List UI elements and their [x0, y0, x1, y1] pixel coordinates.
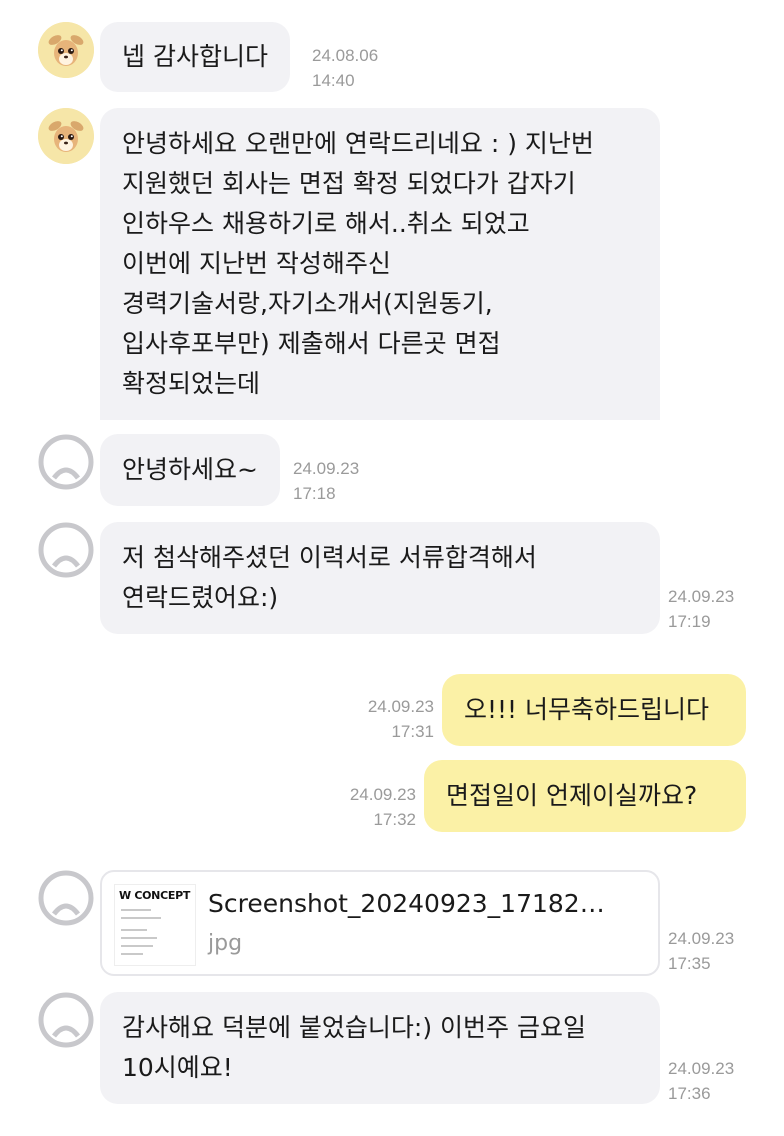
message-bubble[interactable]: 오!!! 너무축하드립니다 — [442, 674, 746, 746]
default-profile-icon[interactable] — [38, 992, 94, 1048]
message-text: 이번에 지난번 작성해주신 — [122, 249, 391, 278]
message-text: 경력기술서랑,자기소개서(지원동기, — [122, 289, 493, 318]
message-text: 안녕하세요 오랜만에 연락드리네요 : ) 지난번 — [122, 129, 594, 158]
message-text: 확정되었는데 — [122, 369, 261, 398]
message-text: 오!!! 너무축하드립니다 — [464, 695, 710, 724]
message-text: 안녕하세요~ — [122, 455, 258, 484]
deer-avatar-icon[interactable] — [38, 108, 94, 164]
message-timestamp: 24.09.23 17:36 — [668, 1059, 735, 1103]
message-bubble[interactable]: 넵 감사합니다 — [100, 22, 290, 92]
message-text: 감사해요 덕분에 붙었습니다:) 이번주 금요일 — [122, 1013, 586, 1042]
default-profile-icon[interactable] — [38, 434, 94, 490]
message-text: 10시예요! — [122, 1053, 233, 1082]
message-text: 면접일이 언제이실까요? — [446, 781, 698, 810]
thumbnail-text-line — [121, 937, 157, 939]
message-text: 연락드렸어요:) — [122, 583, 279, 612]
message-text: 입사후포부만) 제출해서 다른곳 면접 — [122, 329, 501, 358]
message-text: 인하우스 채용하기로 해서..취소 되었고 — [122, 209, 530, 238]
file-name: Screenshot_20240923_17182… — [208, 889, 605, 918]
message-timestamp: 24.08.06 14:40 — [312, 46, 379, 90]
default-profile-icon[interactable] — [38, 870, 94, 926]
message-timestamp: 24.09.23 17:18 — [293, 459, 360, 503]
message-bubble[interactable]: 안녕하세요~ — [100, 434, 280, 506]
message-bubble[interactable]: 저 첨삭해주셨던 이력서로 서류합격해서 연락드렸어요:) — [100, 522, 660, 634]
file-extension: jpg — [208, 931, 243, 956]
file-attachment-card[interactable]: W CONCEPT Screenshot_20240923_17182… jpg — [100, 870, 660, 976]
default-profile-icon[interactable] — [38, 522, 94, 578]
message-timestamp: 24.09.23 17:35 — [668, 929, 735, 973]
message-text: 지원했던 회사는 면접 확정 되었다가 갑자기 — [122, 169, 576, 198]
message-text: 넵 감사합니다 — [122, 42, 268, 71]
thumbnail-text-line — [121, 953, 143, 955]
message-timestamp: 24.09.23 17:31 — [367, 697, 434, 741]
deer-avatar-icon[interactable] — [38, 22, 94, 78]
message-bubble[interactable]: 안녕하세요 오랜만에 연락드리네요 : ) 지난번 지원했던 회사는 면접 확정… — [100, 108, 660, 420]
thumbnail-brand-text: W CONCEPT — [119, 889, 191, 902]
message-timestamp: 24.09.23 17:19 — [668, 587, 735, 631]
file-thumbnail[interactable]: W CONCEPT — [114, 884, 196, 966]
thumbnail-text-line — [121, 909, 151, 911]
message-bubble[interactable]: 감사해요 덕분에 붙었습니다:) 이번주 금요일 10시예요! — [100, 992, 660, 1104]
thumbnail-text-line — [121, 929, 147, 931]
message-text: 저 첨삭해주셨던 이력서로 서류합격해서 — [122, 543, 537, 572]
thumbnail-text-line — [121, 917, 161, 919]
message-timestamp: 24.09.23 17:32 — [349, 785, 416, 829]
thumbnail-text-line — [121, 945, 153, 947]
message-bubble[interactable]: 면접일이 언제이실까요? — [424, 760, 746, 832]
